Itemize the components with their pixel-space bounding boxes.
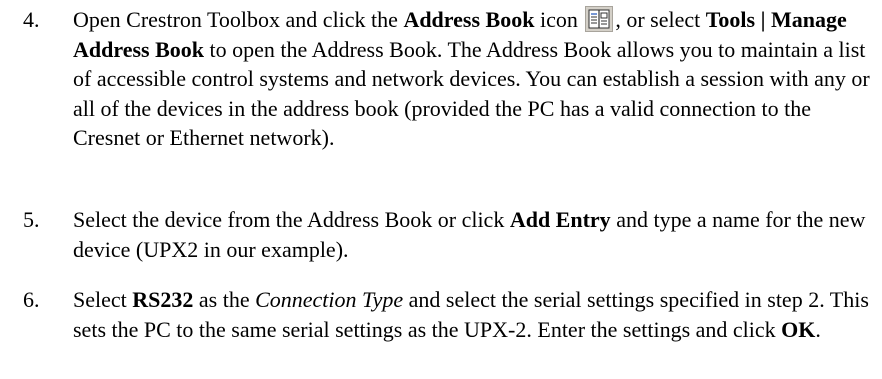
bold-term-address-book: Address Book (403, 7, 535, 32)
text-run: icon (534, 7, 584, 32)
step-number: 6. (23, 287, 40, 312)
italic-term-connection-type: Connection Type (255, 287, 404, 312)
step-text: Select the device from the Address Book … (73, 205, 873, 264)
step-text: Open Crestron Toolbox and click the Addr… (73, 5, 873, 153)
text-run: Select (73, 287, 133, 312)
text-run: Select the device from the Address Book … (73, 207, 510, 232)
step-number: 5. (23, 207, 40, 232)
text-run: . (815, 316, 821, 342)
bold-term-rs232: RS232 (132, 287, 194, 312)
text-run: , or select (615, 7, 706, 32)
step-text: Select RS232 as the Connection Type and … (73, 285, 873, 344)
address-book-icon (585, 6, 614, 32)
text-run: Open Crestron Toolbox and click the (73, 7, 404, 32)
step-number: 4. (23, 7, 40, 32)
bold-term-ok: OK (781, 316, 816, 342)
text-run: as the (193, 287, 256, 312)
bold-term-add-entry: Add Entry (509, 207, 611, 232)
document-page: { "steps": [ { "number": "4.", "segments… (0, 0, 882, 379)
